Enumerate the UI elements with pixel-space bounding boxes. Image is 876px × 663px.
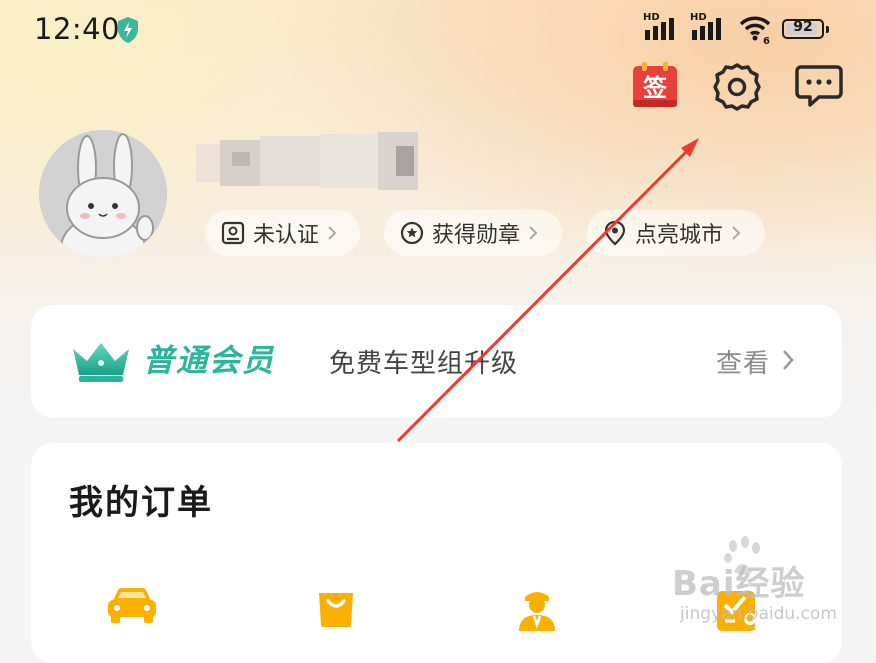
paw-icon [724,536,760,575]
watermark: Bai经验 jingyan.baidu.com [672,536,837,624]
watermark-url: jingyan.baidu.com [680,604,837,624]
profile-page: 12:40 HD HD 6 92 签 未认证 获得勋章 点亮城市 普通会员 免费… [0,0,876,663]
